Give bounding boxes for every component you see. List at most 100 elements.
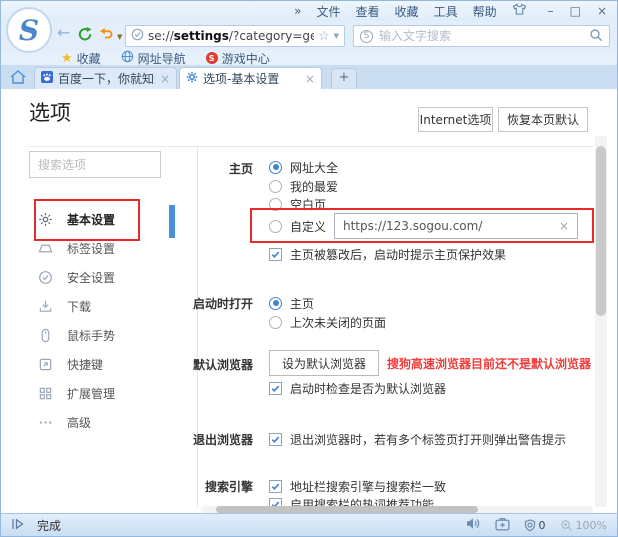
new-tab-button[interactable]: + (331, 68, 357, 88)
sogou-logo[interactable]: S (6, 7, 52, 53)
shortcut-arrow-icon (37, 357, 53, 372)
checkbox-icon[interactable] (269, 480, 282, 493)
speaker-icon[interactable] (466, 517, 481, 533)
back-button[interactable]: ← (57, 23, 70, 42)
bookmark-site-navigation[interactable]: 网址导航 (121, 50, 186, 67)
section-label-default-browser: 默认浏览器 (189, 356, 253, 373)
home-icon[interactable] (9, 69, 27, 88)
ad-block-indicator[interactable]: 0 (524, 519, 546, 532)
menu-overflow-chevron[interactable]: » (294, 4, 301, 18)
radio-homepage-favorites[interactable]: 我的最爱 (269, 178, 338, 194)
sidebar-item-security-settings[interactable]: 安全设置 (29, 263, 179, 292)
radio-icon[interactable] (269, 180, 282, 193)
zoom-control[interactable]: 100% (560, 519, 607, 532)
internet-options-button[interactable]: Internet选项 (418, 107, 493, 132)
sidebar-item-label: 安全设置 (67, 269, 115, 286)
checkbox-icon[interactable] (269, 433, 282, 446)
magnifier-icon[interactable] (589, 28, 603, 45)
download-icon (37, 299, 53, 314)
radio-icon[interactable] (269, 161, 282, 174)
tab-close-icon[interactable]: × (160, 72, 170, 86)
tab-title: 百度一下，你就知道 (58, 70, 155, 87)
annotation-box-basic-settings (34, 199, 140, 241)
favorites-star-icon: ★ (61, 51, 73, 66)
checkbox-icon[interactable] (269, 382, 282, 395)
sidebar-item-shortcuts[interactable]: 快捷键 (29, 350, 179, 379)
checkbox-check-default[interactable]: 启动时检查是否为默认浏览器 (269, 380, 446, 396)
settings-gear-favicon (186, 71, 198, 86)
sidebar-item-downloads[interactable]: 下载 (29, 292, 179, 321)
tab-close-icon[interactable]: × (305, 72, 315, 86)
radio-startup-last-session[interactable]: 上次未关闭的页面 (269, 314, 386, 330)
blocked-count: 0 (539, 519, 546, 532)
menu-help[interactable]: 帮助 (473, 3, 497, 20)
tab-shape-icon (37, 241, 53, 256)
address-bar[interactable]: se://settings/?category=gen ☆ ▼ (125, 25, 345, 47)
menu-view[interactable]: 查看 (356, 3, 380, 20)
bookmark-star-icon[interactable]: ☆ (318, 29, 330, 44)
menu-favorites[interactable]: 收藏 (395, 3, 419, 20)
sidebar-item-label: 快捷键 (67, 356, 103, 373)
undo-closed-tab-icon[interactable] (99, 26, 114, 41)
restore-defaults-button[interactable]: 恢复本页默认 (498, 107, 588, 132)
radio-homepage-navsite[interactable]: 网址大全 (269, 159, 338, 175)
checkbox-exit-warning[interactable]: 退出浏览器时，若有多个标签页打开则弹出警告提示 (269, 431, 566, 447)
status-text: 完成 (37, 517, 61, 534)
bookmarks-bar: ★ 收藏 网址导航 S 游戏中心 (1, 51, 617, 65)
maximize-button[interactable]: □ (570, 4, 581, 18)
bookmark-game-center[interactable]: S 游戏中心 (206, 50, 270, 67)
radio-icon[interactable] (269, 297, 282, 310)
site-security-icon (131, 28, 144, 44)
sidebar-item-label: 高级 (67, 414, 91, 431)
tab-bar: 百度一下，你就知道 × 选项-基本设置 × + (1, 65, 617, 89)
browser-window: » 文件 查看 收藏 工具 帮助 – □ × S ← ▼ se://settin… (0, 0, 618, 537)
sidebar-item-advanced[interactable]: 高级 (29, 408, 179, 437)
horizontal-scrollbar-thumb[interactable] (216, 506, 478, 513)
url-text: se://settings/?category=gen (148, 29, 314, 43)
navigation-bar: S ← ▼ se://settings/?category=gen ☆ ▼ S (1, 21, 617, 51)
set-default-browser-button[interactable]: 设为默认浏览器 (269, 350, 379, 376)
section-label-startup: 启动时打开 (189, 295, 253, 312)
section-label-homepage: 主页 (189, 160, 253, 177)
horizontal-scrollbar[interactable] (201, 506, 593, 513)
baidu-favicon (41, 71, 53, 86)
zoom-level: 100% (576, 519, 607, 532)
tab-title: 选项-基本设置 (203, 70, 300, 87)
search-box[interactable]: S (353, 25, 610, 47)
download-manager-icon[interactable] (495, 517, 510, 534)
mouse-icon (37, 328, 53, 343)
not-default-warning: 搜狗高速浏览器目前还不是默认浏览器 (387, 355, 591, 372)
settings-page: 选项 Internet选项 恢复本页默认 基本设置 标签设置 (1, 89, 618, 515)
sogou-search-icon: S (360, 30, 373, 43)
close-button[interactable]: × (597, 4, 607, 18)
url-dropdown-caret[interactable]: ▼ (334, 32, 339, 40)
undo-dropdown-caret[interactable]: ▼ (117, 33, 122, 41)
menu-tools[interactable]: 工具 (434, 3, 458, 20)
sidebar-separator (197, 146, 198, 507)
menu-file[interactable]: 文件 (317, 3, 341, 20)
window-controls: – □ × (548, 4, 607, 18)
sidebar-item-mouse-gestures[interactable]: 鼠标手势 (29, 321, 179, 350)
refresh-icon[interactable] (77, 26, 93, 42)
radio-icon[interactable] (269, 316, 282, 329)
minimize-button[interactable]: – (548, 4, 554, 18)
sidebar-item-label: 标签设置 (67, 240, 115, 257)
vertical-scrollbar[interactable] (595, 136, 607, 507)
search-input[interactable] (379, 29, 583, 43)
section-label-exit-browser: 退出浏览器 (189, 431, 253, 448)
sidebar-toggle-icon[interactable] (11, 517, 25, 534)
skin-icon[interactable] (512, 3, 527, 19)
globe-icon (121, 50, 134, 66)
default-browser-row: 设为默认浏览器 搜狗高速浏览器目前还不是默认浏览器 (269, 350, 591, 376)
sidebar-search-input[interactable] (29, 151, 161, 178)
checkbox-homepage-protect[interactable]: 主页被篡改后，启动时提示主页保护效果 (269, 246, 506, 262)
tab-settings[interactable]: 选项-基本设置 × (179, 67, 322, 89)
vertical-scrollbar-thumb[interactable] (596, 146, 606, 316)
sidebar-item-extensions[interactable]: 扩展管理 (29, 379, 179, 408)
checkbox-addressbar-engine[interactable]: 地址栏搜索引擎与搜索栏一致 (269, 478, 446, 494)
checkbox-icon[interactable] (269, 248, 282, 261)
radio-startup-homepage[interactable]: 主页 (269, 295, 314, 311)
bookmark-favorites[interactable]: ★ 收藏 (61, 50, 101, 67)
ellipsis-icon (37, 415, 53, 430)
tab-baidu[interactable]: 百度一下，你就知道 × (34, 67, 177, 89)
